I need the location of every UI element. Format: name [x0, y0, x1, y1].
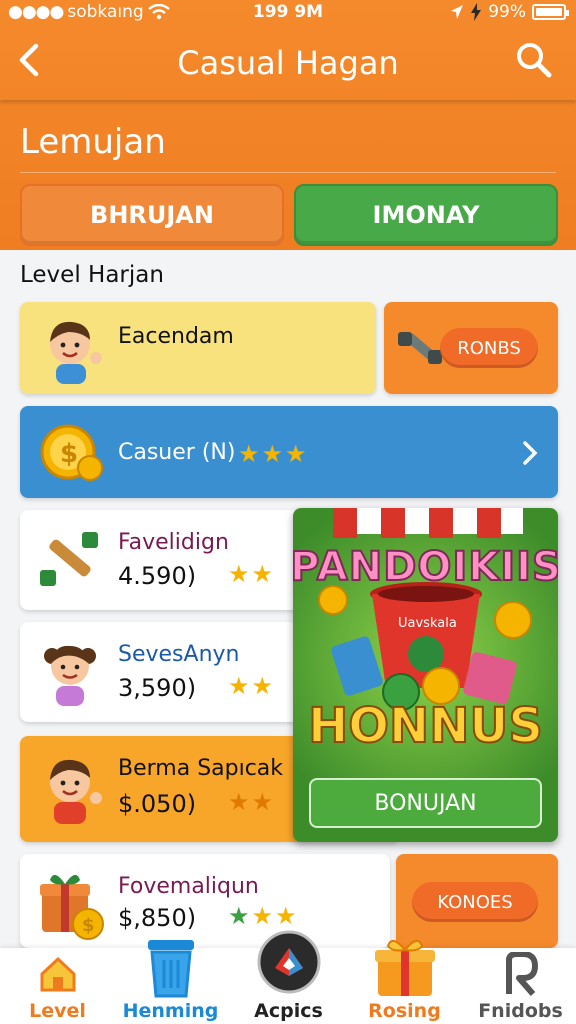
girl-avatar-icon	[44, 645, 96, 706]
battery-icon	[532, 4, 569, 20]
nav-label: Rosing	[368, 1000, 441, 1022]
star-icon: ★	[228, 672, 250, 700]
coins-cards-icon	[318, 585, 532, 710]
trash-icon	[147, 940, 194, 998]
star-icon: ★	[228, 560, 250, 588]
nav-level[interactable]: Level	[0, 948, 115, 1024]
star-icon: ★	[251, 902, 274, 930]
bottom-nav: Level Henming Acpics Rosing Fnidobs	[0, 930, 576, 1024]
nav-acpics[interactable]: Acpics	[231, 930, 346, 1024]
item-name: Casuer (N)	[118, 440, 236, 465]
home-icon	[40, 956, 75, 992]
item-name: Favelidign	[118, 530, 229, 555]
star-icon: ★	[251, 560, 274, 588]
promo-banner[interactable]: PANDOIKIIS Uavskala HONNUS BONUJAN	[293, 508, 558, 842]
boy-avatar-icon	[50, 759, 102, 824]
ronbs-button[interactable]: RONBS	[440, 328, 538, 368]
awning-icon	[333, 508, 523, 538]
divider	[20, 172, 556, 173]
konoes-button[interactable]: KONOES	[412, 882, 538, 922]
nav-henming[interactable]: Henming	[113, 940, 228, 1024]
star-icon: ★	[228, 788, 250, 816]
tool-icon	[40, 532, 98, 586]
nav-rosing[interactable]: Rosing	[347, 939, 462, 1024]
navigation-bar: Casual Hagan	[0, 26, 576, 100]
rating-stars: ★ ★	[228, 562, 273, 586]
charging-icon	[471, 3, 482, 21]
rating-stars: ★ ★	[228, 674, 273, 698]
item-value: 4.590)	[118, 562, 197, 590]
star-icon: ★	[261, 440, 284, 468]
coin-icon: $	[40, 424, 103, 481]
star-icon: ★	[285, 440, 307, 468]
svg-text:$: $	[82, 915, 95, 936]
section-title: Lemujan	[20, 122, 166, 162]
list-heading: Level Harjan	[20, 262, 164, 288]
star-icon: ★	[251, 672, 274, 700]
location-icon	[451, 5, 464, 19]
star-icon: ★	[251, 788, 274, 816]
apps-icon	[257, 930, 320, 994]
list-item-fovemaliqun[interactable]: $ Fovemaliqun $,850) ★ ★ ★	[20, 854, 390, 948]
profile-icon	[505, 952, 538, 996]
list-item-casuer[interactable]: $ Casuer (N) ★ ★ ★	[20, 406, 558, 498]
star-icon: ★	[228, 902, 250, 930]
boy-avatar-icon	[50, 321, 102, 384]
rating-stars: ★ ★ ★	[238, 442, 307, 466]
promo-headline: HONNUS	[307, 697, 544, 755]
svg-text:$: $	[60, 439, 78, 469]
item-value: $,850)	[118, 904, 197, 932]
ronbs-card[interactable]: RONBS	[384, 302, 558, 394]
item-name: Eacendam	[118, 324, 234, 349]
wrench-icon	[398, 332, 442, 364]
nav-label: Level	[29, 1000, 86, 1022]
bonujan-button[interactable]: BONUJAN	[309, 778, 542, 828]
nav-label: Acpics	[254, 1000, 323, 1022]
chevron-right-icon[interactable]	[522, 440, 538, 466]
nav-fnidobs[interactable]: Fnidobs	[463, 948, 576, 1024]
tab-imonay[interactable]: IMONAY	[294, 184, 558, 246]
rating-stars: ★ ★	[228, 790, 273, 814]
item-name: SevesAnyn	[118, 642, 240, 667]
nav-label: Fnidobs	[478, 1000, 563, 1022]
rating-stars: ★ ★ ★	[228, 904, 297, 928]
star-icon: ★	[238, 440, 260, 468]
app-header: ●●●● sobkaıng 199 9M 99% Casual Hagan Le…	[0, 0, 576, 250]
gift-box-icon: $	[40, 874, 104, 940]
gift-icon	[374, 939, 435, 996]
status-bar: ●●●● sobkaıng 199 9M 99%	[0, 0, 576, 26]
battery-percent: 99%	[488, 2, 526, 22]
tab-bhrujan[interactable]: BHRUJAN	[20, 184, 284, 246]
item-value: $.050)	[118, 790, 197, 818]
star-icon: ★	[275, 902, 297, 930]
item-value: 3,590)	[118, 674, 197, 702]
search-icon[interactable]	[514, 40, 554, 80]
page-title: Casual Hagan	[177, 44, 399, 82]
item-name: Fovemaliqun	[118, 874, 259, 899]
list-item-eacendam[interactable]: Eacendam	[20, 302, 376, 394]
item-name: Berma Sapıcak	[118, 756, 284, 781]
nav-label: Henming	[122, 1000, 219, 1022]
